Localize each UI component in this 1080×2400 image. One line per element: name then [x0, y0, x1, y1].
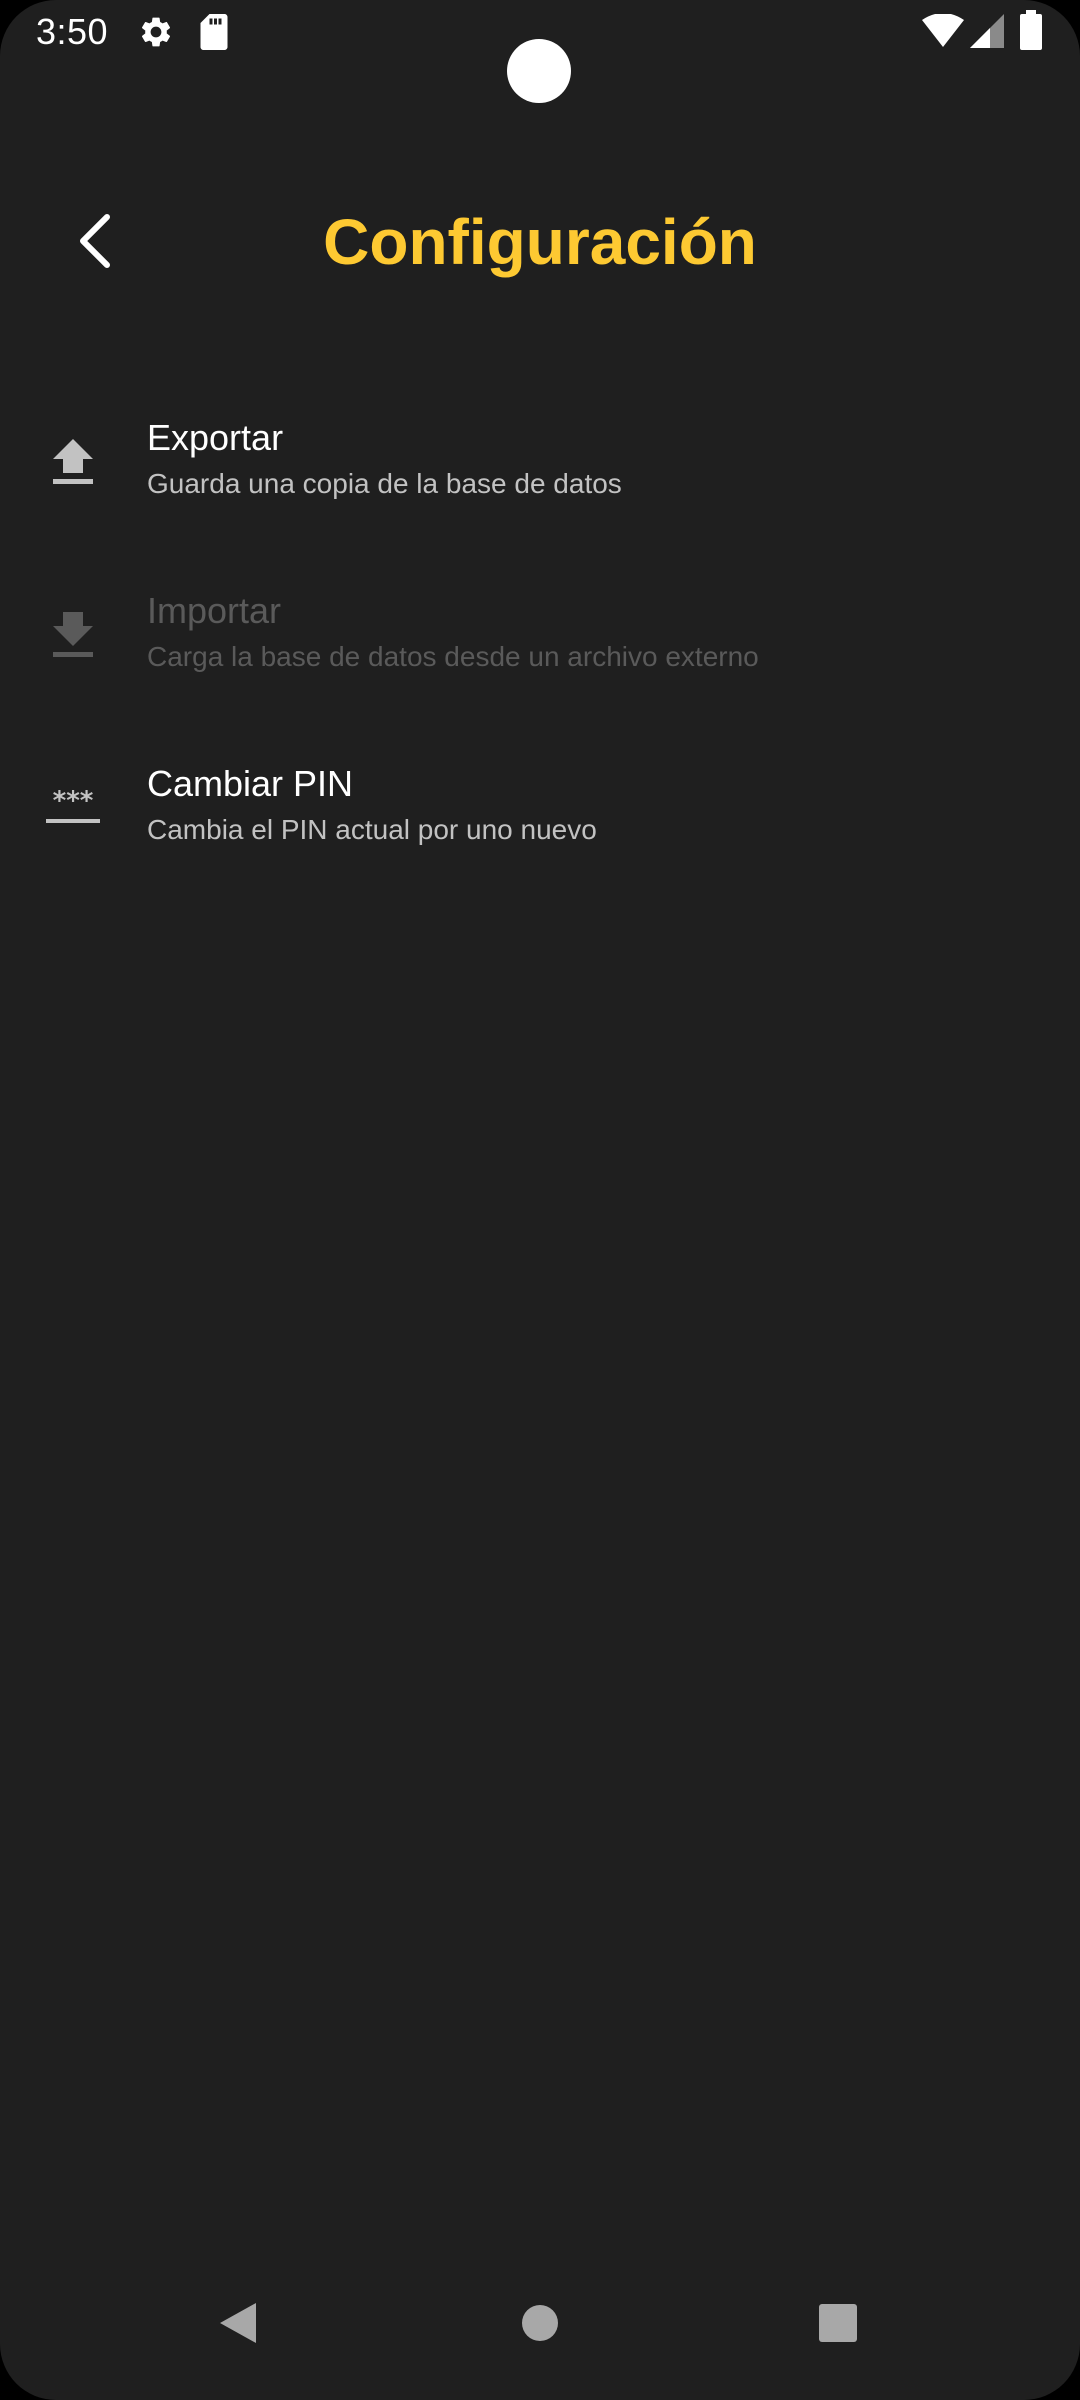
status-time: 3:50	[36, 11, 109, 52]
settings-item-text: Importar Carga la base de datos desde un…	[147, 587, 1040, 677]
sd-card-icon	[200, 14, 228, 50]
settings-item-subtitle: Cambia el PIN actual por uno nuevo	[147, 814, 597, 845]
cell-signal-icon	[970, 14, 1004, 48]
upload-icon	[40, 428, 106, 494]
page-title: Configuración	[323, 206, 757, 278]
settings-item-change-pin[interactable]: *** Cambiar PIN Cambia el PIN actual por…	[0, 746, 1080, 919]
nav-recents-button[interactable]	[793, 2278, 883, 2368]
settings-item-title: Cambiar PIN	[147, 763, 354, 804]
settings-item-subtitle: Carga la base de datos desde un archivo …	[147, 641, 759, 672]
settings-item-export[interactable]: Exportar Guarda una copia de la base de …	[0, 400, 1080, 573]
battery-icon	[1020, 10, 1042, 50]
settings-list: Exportar Guarda una copia de la base de …	[0, 400, 1080, 919]
settings-gear-icon	[141, 17, 171, 47]
recents-square-icon	[819, 2304, 857, 2342]
password-icon: ***	[40, 774, 106, 840]
camera-cutout	[507, 39, 571, 103]
nav-home-button[interactable]	[495, 2278, 585, 2368]
settings-item-import[interactable]: Importar Carga la base de datos desde un…	[0, 573, 1080, 746]
svg-text:***: ***	[53, 787, 94, 816]
settings-item-subtitle: Guarda una copia de la base de datos	[147, 468, 622, 499]
system-nav-bar	[0, 2270, 1080, 2400]
home-circle-icon	[522, 2305, 558, 2341]
settings-item-title: Exportar	[147, 417, 284, 458]
back-triangle-icon	[220, 2303, 256, 2343]
nav-back-button[interactable]	[193, 2278, 283, 2368]
settings-item-text: Exportar Guarda una copia de la base de …	[147, 414, 1040, 504]
toolbar: Configuración	[0, 180, 1080, 300]
download-icon	[40, 601, 106, 667]
wifi-icon	[922, 14, 964, 47]
settings-screen: 3:50 Configuración Exportar Guarda una c…	[0, 0, 1080, 2400]
settings-item-title: Importar	[147, 590, 282, 631]
settings-item-text: Cambiar PIN Cambia el PIN actual por uno…	[147, 760, 1040, 850]
